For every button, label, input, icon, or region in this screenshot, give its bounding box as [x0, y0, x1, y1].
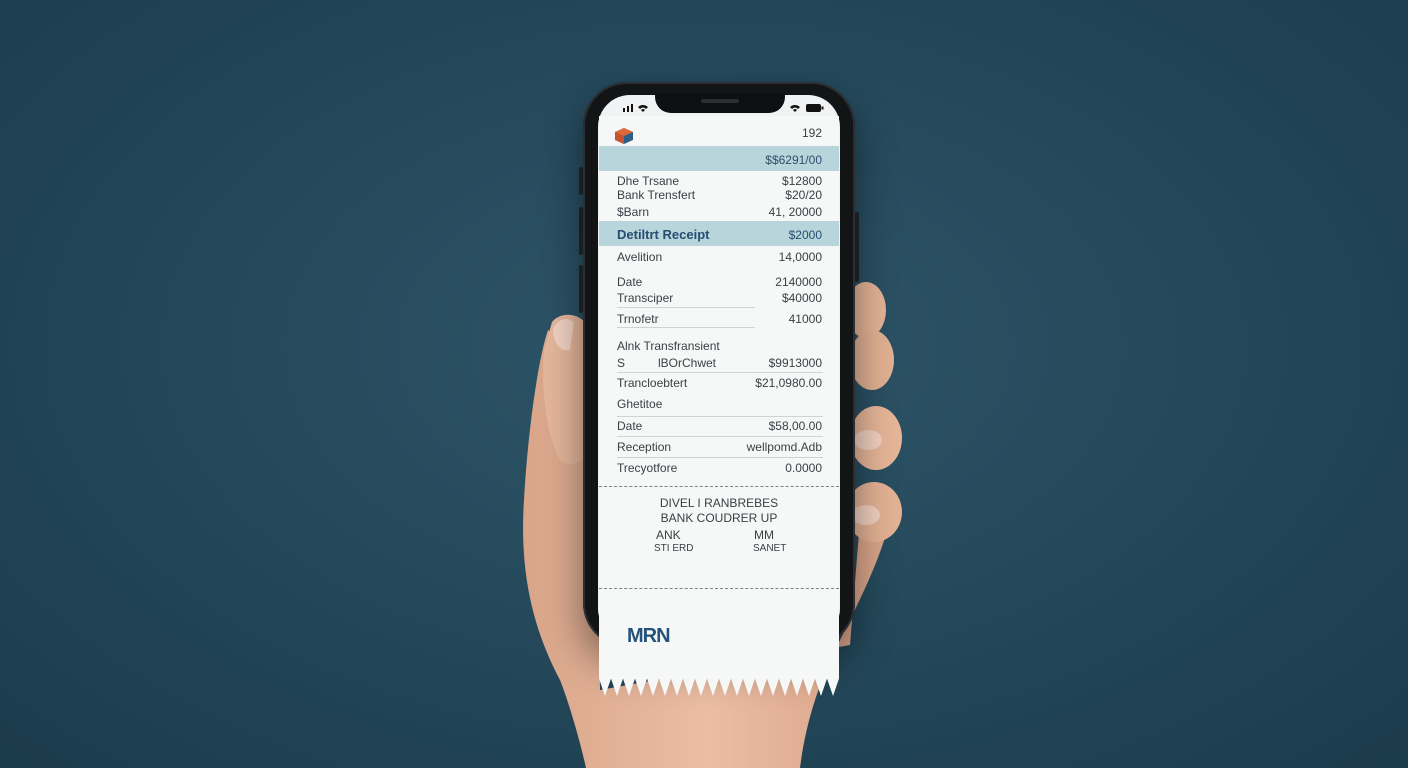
footer-line-2: BANK COUDRER UP — [660, 511, 778, 525]
divider — [617, 372, 823, 373]
footer-left-bottom: STI ERD — [654, 543, 694, 554]
brand-logo: MRN — [627, 625, 671, 647]
row-value: $9913000 — [768, 356, 822, 370]
row-value: $58,00.00 — [768, 419, 822, 433]
footer-left-top: ANK — [656, 528, 681, 542]
row-label: Trecyotfore — [617, 461, 678, 475]
row-label: Transciper — [617, 291, 674, 305]
mute-switch[interactable] — [579, 167, 583, 195]
row-value: $40000 — [781, 291, 822, 305]
tear-line — [599, 588, 839, 589]
footer-right-top: MM — [754, 528, 774, 542]
row-label: Avelition — [617, 250, 663, 264]
product-scene: 192 $$6291/00 Dhe Trsane $12800 Bank Tre… — [0, 0, 1408, 768]
row-value: 14,0000 — [778, 250, 822, 264]
row-label: Date — [617, 419, 643, 433]
section-amount: $2000 — [788, 228, 822, 242]
signal-bars-icon — [623, 104, 637, 114]
row-value: 2140000 — [775, 275, 822, 289]
row-value: $12800 — [781, 174, 822, 188]
transfer-heading: Alnk Transfransient — [617, 339, 720, 353]
wifi-icon-right — [790, 104, 800, 114]
row-value: $20/20 — [785, 188, 822, 202]
power-button[interactable] — [855, 212, 859, 282]
row-value: 41000 — [788, 312, 822, 326]
divider — [617, 416, 823, 417]
footer-line-1: DIVEL I RANBREBES — [659, 496, 779, 510]
total-amount: $$6291/00 — [765, 153, 822, 167]
footer-right-bottom: SANET — [753, 543, 787, 554]
row-value: wellpomd.Adb — [746, 440, 822, 454]
volume-up-button[interactable] — [579, 207, 583, 255]
row-label: S — [617, 356, 626, 370]
row-label: Dhe Trsane — [617, 174, 680, 188]
hexagon-logo-icon — [615, 128, 633, 144]
row-label: Date — [617, 275, 643, 289]
receipt-number: 192 — [801, 126, 822, 140]
divider — [617, 327, 755, 328]
volume-down-button[interactable] — [579, 265, 583, 313]
section-title: Detiltrt Receipt — [617, 227, 710, 242]
tear-line — [599, 486, 839, 487]
row-label: Trnofetr — [617, 312, 659, 326]
row-label: Ghetitoe — [617, 397, 663, 411]
wifi-icon — [638, 104, 648, 114]
divider — [617, 307, 755, 308]
row-label: Bank Trensfert — [617, 188, 696, 202]
notch — [655, 93, 785, 113]
row-label: Reception — [617, 440, 672, 454]
row-label: Trancloebtert — [617, 376, 688, 390]
receipt: 192 $$6291/00 Dhe Trsane $12800 Bank Tre… — [599, 116, 839, 696]
row-value: $21,0980.00 — [755, 376, 822, 390]
row-label-secondary: lBOrChwet — [658, 356, 717, 370]
divider — [617, 457, 823, 458]
row-value: 41, 20000 — [768, 205, 822, 219]
row-label: $Barn — [617, 205, 650, 219]
divider — [617, 436, 823, 437]
row-value: 0.0000 — [785, 461, 822, 475]
battery-icon — [806, 104, 824, 114]
